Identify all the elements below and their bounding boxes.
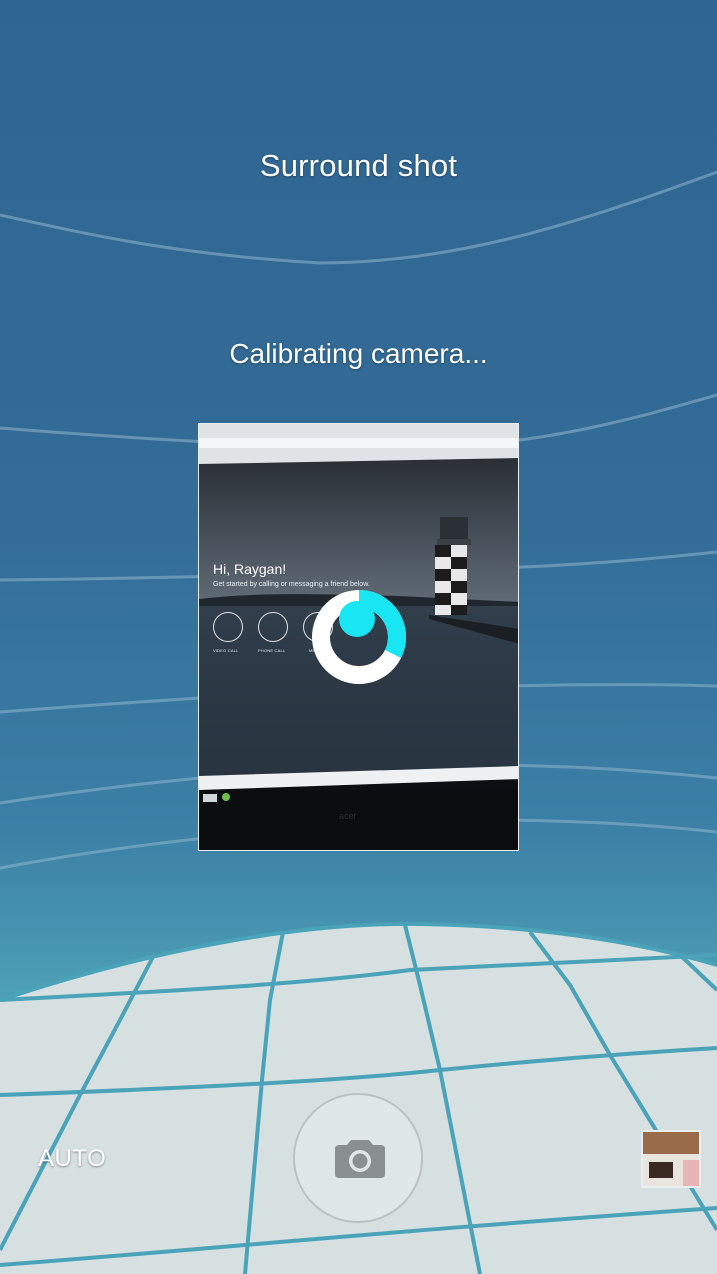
camera-icon <box>335 1140 385 1178</box>
preview-greeting: Hi, Raygan! <box>213 561 287 577</box>
gallery-thumbnail-image <box>643 1132 699 1186</box>
camera-screen: Surround shot Calibrating camera... acer… <box>0 0 717 1274</box>
svg-text:acer: acer <box>339 811 357 821</box>
shutter-button[interactable] <box>293 1093 423 1223</box>
flash-mode-button[interactable]: AUTO <box>38 1145 106 1173</box>
phone-call-icon <box>258 612 288 642</box>
preview-subtitle: Get started by calling or messaging a fr… <box>213 581 370 588</box>
gallery-thumbnail[interactable] <box>641 1130 701 1188</box>
preview-action-label: VIDEO CALL <box>213 648 239 653</box>
calibration-progress-icon <box>312 590 406 684</box>
mode-title: Surround shot <box>259 148 458 183</box>
video-call-icon <box>213 612 243 642</box>
calibration-status: Calibrating camera... <box>229 338 488 369</box>
preview-action-label: PHONE CALL <box>258 648 286 653</box>
